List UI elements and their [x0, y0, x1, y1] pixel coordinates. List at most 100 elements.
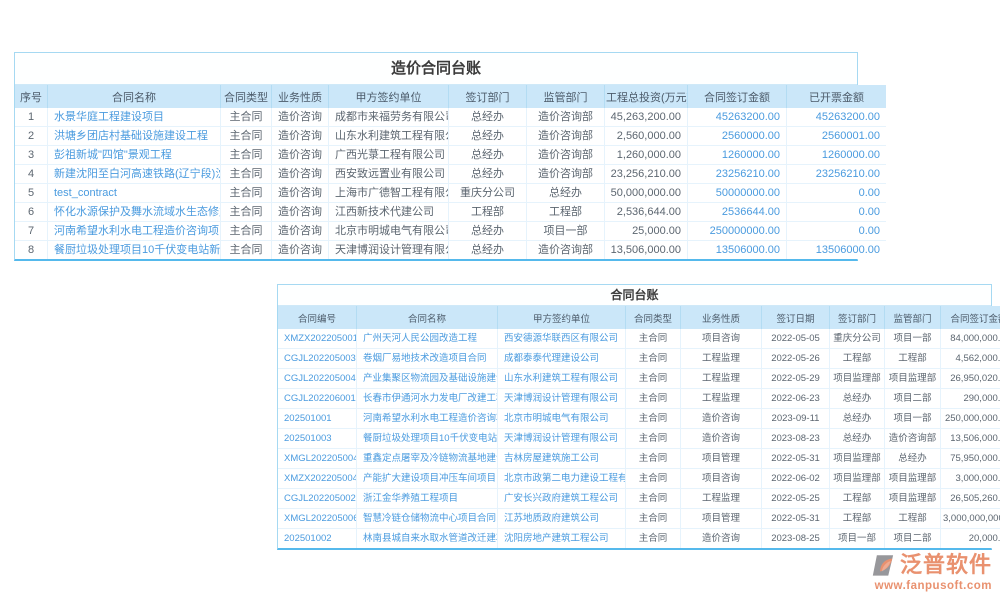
cell-link[interactable]: 浙江金华养殖工程项目 [357, 489, 498, 509]
cell-link[interactable]: 天津博润设计管理有限公司 [498, 429, 626, 449]
cell-link[interactable]: 45263200.00 [688, 108, 787, 127]
cell-link[interactable]: 彭祖新城"四馆"景观工程 [48, 146, 221, 165]
cell-link[interactable]: CGJL202205003 [278, 349, 357, 369]
cell-link[interactable]: 0.00 [787, 184, 887, 203]
table-row: XMGL202205004重鑫定点屠宰及冷链物流基地建设项目吉林房屋建筑施工公司… [278, 449, 1000, 469]
cell: 总经办 [449, 146, 527, 165]
cell-link[interactable]: 山东水利建筑工程有限公司 [498, 369, 626, 389]
cell-link[interactable]: 成都泰泰代理建设公司 [498, 349, 626, 369]
cell: 1,260,000.00 [605, 146, 688, 165]
cell-link[interactable]: XMZX202205004 [278, 469, 357, 489]
cell-link[interactable]: 23256210.00 [787, 165, 887, 184]
cell-link[interactable]: CGJL202206001 [278, 389, 357, 409]
cell: 2022-05-31 [762, 509, 830, 529]
cell-link[interactable]: 天津博润设计管理有限公司 [498, 389, 626, 409]
cost-contract-ledger-title: 造价合同台账 [15, 53, 857, 85]
cost-contract-ledger-panel: 造价合同台账 序号合同名称合同类型业务性质甲方签约单位签订部门监管部门工程总投资… [14, 52, 858, 261]
cell-link[interactable]: CGJL202205002 [278, 489, 357, 509]
cell: 4,562,000.00 [941, 349, 1000, 369]
cell-link[interactable]: 河南希望水利水电工程造价咨询项目 [357, 409, 498, 429]
cell-link[interactable]: 202501001 [278, 409, 357, 429]
cell: 45,263,200.00 [605, 108, 688, 127]
table-row: 202501003餐厨垃圾处理项目10千伏变电站新建工程天津博润设计管理有限公司… [278, 429, 1000, 449]
cell-link[interactable]: XMGL202205006 [278, 509, 357, 529]
cell-link[interactable]: 产业集聚区物流园及基础设施建设（二期... [357, 369, 498, 389]
cell: 造价咨询 [272, 108, 329, 127]
cell-link[interactable]: test_contract [48, 184, 221, 203]
cell: 造价咨询 [681, 529, 762, 549]
cell: 成都市来福劳务有限公司 [329, 108, 449, 127]
cell-link[interactable]: 洪塘乡团店村基础设施建设工程 [48, 127, 221, 146]
cell: 造价咨询 [681, 409, 762, 429]
table-row: 5test_contract主合同造价咨询上海市广德智工程有限公司重庆分公司总经… [15, 184, 886, 203]
cell: 总经办 [449, 222, 527, 241]
cell-link[interactable]: XMZX202205001 [278, 329, 357, 349]
cell: 4 [15, 165, 48, 184]
cell-link[interactable]: 北京市政第二电力建设工程有限... [498, 469, 626, 489]
cell-link[interactable]: 新建沈阳至白河高速铁路(辽宁段)沈阳枢纽 [48, 165, 221, 184]
cell-link[interactable]: 餐厨垃圾处理项目10千伏变电站新建工程 [48, 241, 221, 260]
cell-link[interactable]: 广安长兴政府建筑工程公司 [498, 489, 626, 509]
cell: 工程部 [830, 349, 885, 369]
cell-link[interactable]: 智慧冷链仓储物流中心项目合同 [357, 509, 498, 529]
cell: 2023-09-11 [762, 409, 830, 429]
cell-link[interactable]: 202501002 [278, 529, 357, 549]
cell-link[interactable]: 0.00 [787, 203, 887, 222]
column-header: 合同名称 [357, 306, 498, 329]
cell-link[interactable]: 50000000.00 [688, 184, 787, 203]
cell-link[interactable]: 0.00 [787, 222, 887, 241]
cell-link[interactable]: 卷烟厂易地技术改造项目合同 [357, 349, 498, 369]
cell-link[interactable]: 1260000.00 [688, 146, 787, 165]
cell: 上海市广德智工程有限公司 [329, 184, 449, 203]
column-header: 合同编号 [278, 306, 357, 329]
cell-link[interactable]: 45263200.00 [787, 108, 887, 127]
cell-link[interactable]: 2560001.00 [787, 127, 887, 146]
cell-link[interactable]: 重鑫定点屠宰及冷链物流基地建设项目 [357, 449, 498, 469]
cell: 2,560,000.00 [605, 127, 688, 146]
cell-link[interactable]: 怀化水源保护及舞水流域水生态修复项目合 [48, 203, 221, 222]
cell-link[interactable]: 13506000.00 [688, 241, 787, 260]
cell-link[interactable]: 河南希望水利水电工程造价咨询项目 [48, 222, 221, 241]
cell-link[interactable]: 250000000.00 [688, 222, 787, 241]
cell: 项目管理 [681, 509, 762, 529]
cell: 20,000.00 [941, 529, 1000, 549]
cell-link[interactable]: 西安德源华联西区有限公司 [498, 329, 626, 349]
cell: 2022-06-23 [762, 389, 830, 409]
cell-link[interactable]: 水景华庭工程建设项目 [48, 108, 221, 127]
column-header: 甲方签约单位 [329, 85, 449, 108]
cell: 2022-05-29 [762, 369, 830, 389]
cell: 工程部 [449, 203, 527, 222]
cell: 总经办 [885, 449, 941, 469]
cell-link[interactable]: 江苏地质政府建筑公司 [498, 509, 626, 529]
cell-link[interactable]: 13506000.00 [787, 241, 887, 260]
cell: 3 [15, 146, 48, 165]
cell: 造价咨询 [272, 146, 329, 165]
table-row: CGJL202206001长春市伊通河水力发电厂改建工程天津博润设计管理有限公司… [278, 389, 1000, 409]
cell: 项目咨询 [681, 329, 762, 349]
cell: 工程部 [830, 489, 885, 509]
cell-link[interactable]: XMGL202205004 [278, 449, 357, 469]
cell: 主合同 [626, 449, 681, 469]
cell: 总经办 [830, 429, 885, 449]
cell: 290,000.00 [941, 389, 1000, 409]
cell-link[interactable]: 23256210.00 [688, 165, 787, 184]
cell-link[interactable]: 林南县城自来水取水管道改迁建项目（二... [357, 529, 498, 549]
cell-link[interactable]: 202501003 [278, 429, 357, 449]
cell-link[interactable]: 沈阳房地产建筑工程公司 [498, 529, 626, 549]
column-header: 业务性质 [681, 306, 762, 329]
cell-link[interactable]: 1260000.00 [787, 146, 887, 165]
cell-link[interactable]: 吉林房屋建筑施工公司 [498, 449, 626, 469]
cell-link[interactable]: CGJL202205004 [278, 369, 357, 389]
cell-link[interactable]: 2560000.00 [688, 127, 787, 146]
cell: 主合同 [626, 529, 681, 549]
table-row: 8餐厨垃圾处理项目10千伏变电站新建工程主合同造价咨询天津博润设计管理有限公司总… [15, 241, 886, 260]
header-row: 序号合同名称合同类型业务性质甲方签约单位签订部门监管部门工程总投资(万元)合同签… [15, 85, 886, 108]
cell: 8 [15, 241, 48, 260]
cell-link[interactable]: 2536644.00 [688, 203, 787, 222]
cell-link[interactable]: 北京市明城电气有限公司 [498, 409, 626, 429]
cell-link[interactable]: 产能扩大建设项目冲压车间项目 [357, 469, 498, 489]
cell-link[interactable]: 餐厨垃圾处理项目10千伏变电站新建工程 [357, 429, 498, 449]
cell: 天津博润设计管理有限公司 [329, 241, 449, 260]
cell-link[interactable]: 广州天河人民公园改造工程 [357, 329, 498, 349]
cell-link[interactable]: 长春市伊通河水力发电厂改建工程 [357, 389, 498, 409]
